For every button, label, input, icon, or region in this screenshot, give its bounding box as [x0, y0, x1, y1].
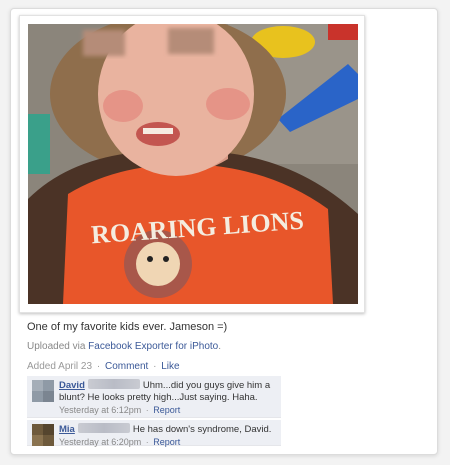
comment-body: Mia He has down's syndrome, David. Yester… [59, 423, 277, 448]
report-link[interactable]: Report [153, 405, 180, 415]
photo-frame: ROARING LIONS [19, 15, 365, 313]
added-date: Added April 23 [27, 361, 93, 372]
comment-item: Mia He has down's syndrome, David. Yester… [27, 420, 281, 448]
uploaded-suffix: . [218, 341, 222, 352]
separator: · [145, 405, 149, 415]
comment-meta: Yesterday at 6:20pm · Report [59, 436, 277, 448]
avatar[interactable] [32, 424, 54, 446]
comment-time: Yesterday at 6:20pm [59, 437, 142, 447]
post-meta: Added April 23 · Comment · Like [27, 361, 180, 372]
blurred-surname [77, 423, 130, 433]
avatar-image [32, 380, 54, 402]
report-link[interactable]: Report [153, 437, 180, 447]
uploaded-prefix: Uploaded via [27, 341, 89, 352]
post-caption: One of my favorite kids ever. Jameson =) [27, 321, 228, 333]
avatar-image [32, 424, 54, 446]
blurred-eye-right [168, 28, 214, 54]
avatar[interactable] [32, 380, 54, 402]
comment-meta: Yesterday at 6:12pm · Report [59, 404, 277, 416]
photo-post-card: ROARING LIONS One of my favorite kids ev… [10, 8, 438, 455]
comment-time: Yesterday at 6:12pm [59, 405, 142, 415]
uploaded-via: Uploaded via Facebook Exporter for iPhot… [27, 341, 221, 352]
separator: · [153, 361, 157, 372]
comment-author[interactable]: Mia [59, 424, 75, 435]
comment-body: David Uhm...did you guys give him a blunt… [59, 379, 277, 416]
comment-author[interactable]: David [59, 380, 85, 391]
comment-item: David Uhm...did you guys give him a blunt… [27, 376, 281, 418]
comment-text: He has down's syndrome, David. [132, 424, 272, 435]
separator: · [145, 437, 149, 447]
uploaded-app-link[interactable]: Facebook Exporter for iPhoto [88, 341, 218, 352]
blurred-surname [87, 379, 140, 389]
photo-illustration: ROARING LIONS [28, 24, 358, 304]
comment-link[interactable]: Comment [105, 361, 148, 372]
blurred-eye-left [83, 30, 125, 56]
like-link[interactable]: Like [161, 361, 179, 372]
post-photo[interactable]: ROARING LIONS [28, 24, 358, 304]
separator: · [96, 361, 101, 372]
